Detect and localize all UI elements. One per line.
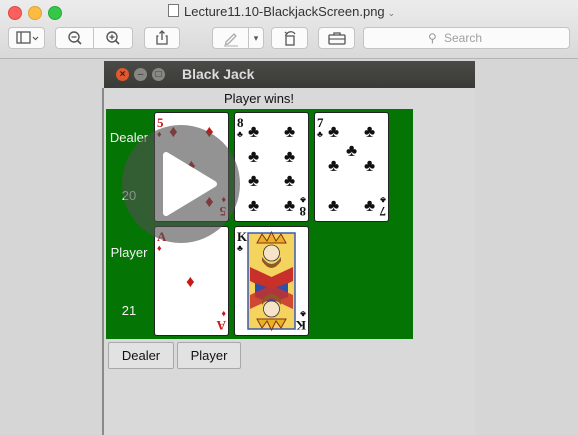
toolbox-icon	[327, 32, 346, 45]
rotate-icon	[284, 31, 296, 46]
ace-of-diamonds-card-face: A ♦ ♦ A ♦	[157, 229, 226, 333]
markup-button[interactable]	[212, 27, 249, 49]
card-pip: ♣	[328, 196, 339, 215]
close-window-button[interactable]	[8, 6, 22, 20]
maximize-window-button[interactable]	[48, 6, 62, 20]
card-pip: ♣	[284, 171, 295, 190]
player-button[interactable]: Player	[177, 342, 241, 369]
card-suit-index: ♣	[317, 129, 323, 139]
card-pip: ♣	[248, 147, 259, 166]
card-suit-index: ♣	[300, 195, 306, 205]
card-pip: ♣	[284, 196, 295, 215]
dealer-button[interactable]: Dealer	[108, 342, 174, 369]
document-title[interactable]: Lecture11.10-BlackjackScreen.png ⌄	[168, 4, 395, 19]
sidebar-toggle-button[interactable]	[8, 27, 45, 49]
card-pip: ♣	[284, 147, 295, 166]
king-portrait-icon	[247, 230, 296, 332]
zoom-out-button[interactable]	[55, 27, 94, 49]
preview-titlebar: Lecture11.10-BlackjackScreen.png ⌄ ▾ ⚲	[0, 0, 578, 59]
rotate-button[interactable]	[271, 27, 308, 49]
toolbox-button[interactable]	[318, 27, 355, 49]
maximize-icon[interactable]: □	[152, 68, 165, 81]
card-suit-index: ♦	[157, 243, 162, 253]
card-rank: 7	[317, 115, 324, 130]
share-button[interactable]	[144, 27, 180, 49]
card-suit-index: ♦	[221, 309, 226, 319]
zoom-out-icon	[67, 31, 82, 45]
markup-dropdown-button[interactable]: ▾	[248, 27, 264, 49]
search-input[interactable]	[444, 30, 564, 46]
player-label: Player	[110, 245, 148, 260]
zoom-in-icon	[106, 31, 120, 45]
document-icon	[168, 4, 179, 17]
blackjack-window: × – □ Black Jack Player wins! Dealer 20 …	[104, 61, 475, 435]
minimize-window-button[interactable]	[28, 6, 42, 20]
video-play-button[interactable]	[122, 125, 240, 243]
card-pip: ♣	[328, 156, 339, 175]
share-icon	[156, 30, 168, 45]
blackjack-titlebar: × – □ Black Jack	[104, 61, 475, 88]
search-field[interactable]: ⚲	[363, 27, 570, 49]
chevron-down-icon: ⌄	[387, 8, 396, 18]
card-pip: ♣	[284, 122, 295, 141]
card-pip: ♣	[248, 196, 259, 215]
card-rank: K	[295, 318, 306, 333]
eight-of-clubs-card-face: 8 ♣ ♣ ♣ ♣ ♣ ♣ ♣ ♣ ♣ 8 ♣	[237, 115, 306, 219]
card-pip: ♣	[248, 171, 259, 190]
close-icon[interactable]: ×	[116, 68, 129, 81]
chevron-down-icon: ▾	[253, 33, 259, 43]
search-icon: ⚲	[428, 31, 437, 45]
card-pip: ♣	[248, 122, 259, 141]
window-title: Black Jack	[182, 66, 255, 82]
player-card-2: K ♣ K ♣	[234, 226, 309, 336]
dealer-card-3: 7 ♣ ♣ ♣ ♣ ♣ ♣ ♣ ♣ 7 ♣	[314, 112, 389, 222]
document-title-text: Lecture11.10-BlackjackScreen.png	[184, 4, 385, 19]
play-icon	[163, 152, 217, 216]
card-suit-index: ♣	[380, 195, 386, 205]
card-pip: ♣	[364, 156, 375, 175]
card-rank: 8	[299, 204, 306, 219]
card-pip: ♣	[346, 141, 357, 160]
markup-pen-icon	[223, 33, 238, 47]
card-pip: ♣	[364, 196, 375, 215]
card-rank: A	[216, 318, 226, 333]
card-pip: ♣	[364, 122, 375, 141]
minimize-icon[interactable]: –	[134, 68, 147, 81]
zoom-in-button[interactable]	[93, 27, 133, 49]
seven-of-clubs-card-face: 7 ♣ ♣ ♣ ♣ ♣ ♣ ♣ ♣ 7 ♣	[317, 115, 386, 219]
player-score: 21	[121, 303, 137, 318]
card-pip: ♣	[328, 122, 339, 141]
card-pip: ♦	[186, 272, 195, 291]
game-status: Player wins!	[223, 91, 295, 106]
card-rank: 7	[379, 204, 386, 219]
card-suit-index: ♣	[237, 243, 243, 253]
sidebar-icon	[15, 31, 38, 44]
card-suit-index: ♣	[300, 309, 306, 319]
king-of-clubs-card-face: K ♣ K ♣	[237, 229, 306, 333]
dealer-card-2: 8 ♣ ♣ ♣ ♣ ♣ ♣ ♣ ♣ ♣ 8 ♣	[234, 112, 309, 222]
